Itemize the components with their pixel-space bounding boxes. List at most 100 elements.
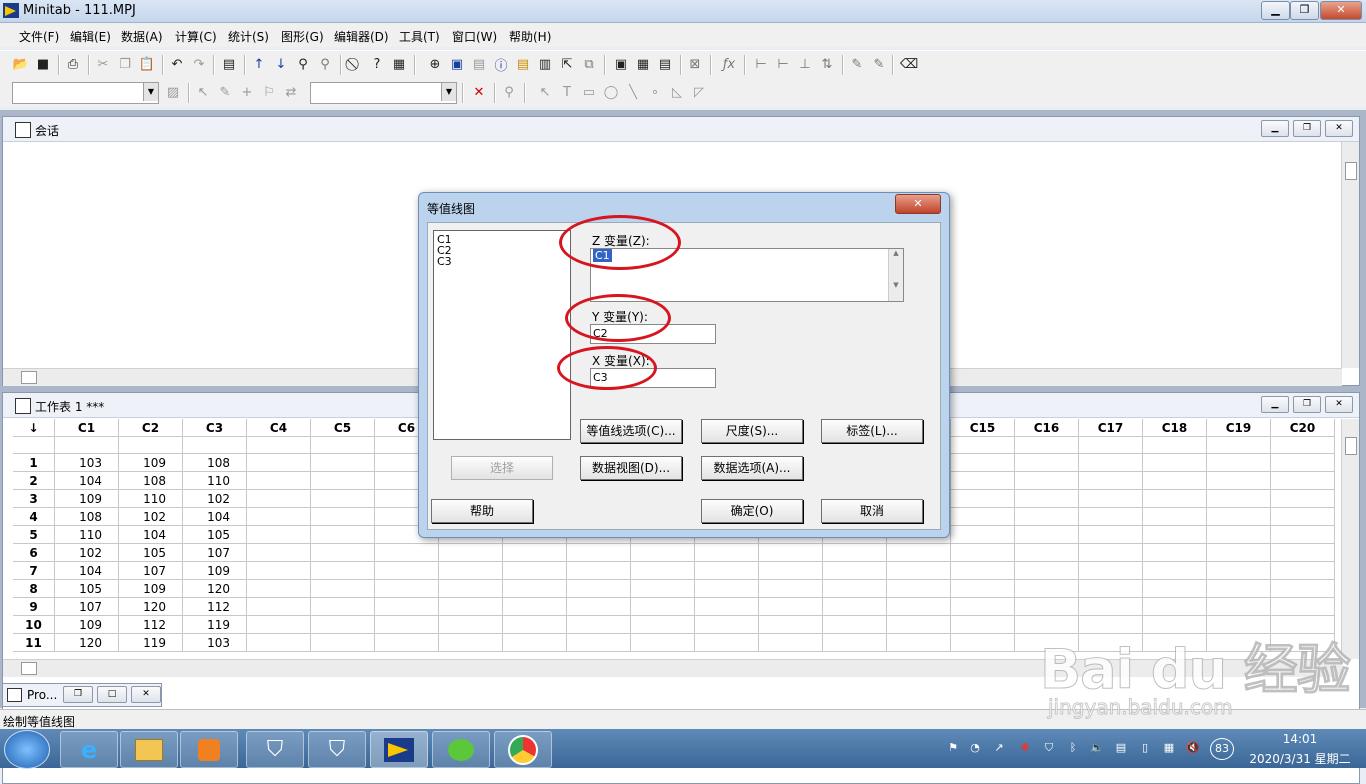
worksheet-close-button[interactable]: ✕ (1325, 396, 1353, 413)
table-cell[interactable] (695, 616, 759, 634)
table-cell[interactable]: 102 (55, 544, 119, 562)
table-cell[interactable]: 104 (55, 472, 119, 490)
session-vertical-scrollbar[interactable] (1341, 142, 1359, 368)
session-close-button[interactable]: ✕ (1325, 120, 1353, 137)
project-close-button[interactable]: ✕ (131, 686, 161, 703)
graph-selector-dropdown[interactable]: ▼ (12, 82, 159, 104)
table-cell[interactable] (695, 634, 759, 652)
table-cell[interactable] (247, 580, 311, 598)
table-cell[interactable] (1271, 526, 1335, 544)
table-cell[interactable] (503, 634, 567, 652)
table-cell[interactable] (1271, 580, 1335, 598)
graph-folder-icon[interactable]: ▤ (470, 55, 488, 73)
pointer-icon[interactable]: ↖ (536, 83, 554, 101)
table-cell[interactable] (311, 562, 375, 580)
table-cell[interactable] (247, 616, 311, 634)
insert-cells-icon[interactable]: ⊢ (752, 55, 770, 73)
x-variable-field[interactable]: C3 (590, 368, 716, 388)
table-cell[interactable] (759, 544, 823, 562)
table-cell[interactable] (439, 616, 503, 634)
table-cell[interactable] (1207, 562, 1271, 580)
table-cell[interactable] (1079, 580, 1143, 598)
open-icon[interactable]: 📂 (12, 55, 30, 73)
table-cell[interactable] (951, 544, 1015, 562)
table-cell[interactable]: 112 (183, 598, 247, 616)
table-cell[interactable] (823, 616, 887, 634)
table-cell[interactable] (247, 490, 311, 508)
table-cell[interactable] (951, 580, 1015, 598)
variable-listbox[interactable]: C1 C2 C3 (433, 230, 571, 440)
table-cell[interactable] (631, 580, 695, 598)
cut-icon[interactable]: ✂ (94, 55, 112, 73)
wechat-icon[interactable] (432, 731, 490, 768)
column-header[interactable]: C18 (1143, 419, 1207, 437)
table-cell[interactable]: 120 (119, 598, 183, 616)
table-cell[interactable]: 120 (55, 634, 119, 652)
table-cell[interactable] (631, 634, 695, 652)
table-cell[interactable] (247, 454, 311, 472)
table-cell[interactable] (1143, 526, 1207, 544)
table-cell[interactable] (311, 598, 375, 616)
clock-date[interactable]: 2020/3/31 星期二 (1240, 750, 1360, 767)
table-cell[interactable] (247, 562, 311, 580)
menu-help[interactable]: 帮助(H) (509, 28, 551, 45)
scale-button[interactable]: 尺度(S)... (701, 419, 803, 443)
table-cell[interactable] (439, 562, 503, 580)
table-cell[interactable] (1015, 526, 1079, 544)
table-cell[interactable] (503, 616, 567, 634)
arrow-icon[interactable]: ↗ (992, 741, 1006, 755)
column-header[interactable]: C2 (119, 419, 183, 437)
table-cell[interactable] (951, 562, 1015, 580)
set-id-icon[interactable]: ✎ (870, 55, 888, 73)
column-header[interactable]: C4 (247, 419, 311, 437)
table-cell[interactable]: 109 (119, 454, 183, 472)
report-pad-icon[interactable]: ▥ (536, 55, 554, 73)
table-cell[interactable] (311, 472, 375, 490)
grid-corner-arrow[interactable]: ↓ (13, 419, 55, 437)
table-cell[interactable] (951, 598, 1015, 616)
table-cell[interactable] (1079, 490, 1143, 508)
table-cell[interactable] (951, 634, 1015, 652)
table-cell[interactable]: 119 (183, 616, 247, 634)
menu-stat[interactable]: 统计(S) (228, 28, 269, 45)
table-cell[interactable] (1079, 544, 1143, 562)
show-worksheet-icon[interactable]: ▦ (634, 55, 652, 73)
scroll-thumb[interactable] (1345, 162, 1357, 180)
related-docs-icon[interactable]: ⇱ (558, 55, 576, 73)
mute-icon[interactable]: 🔇 (1186, 741, 1200, 755)
dot-icon[interactable]: ∘ (646, 83, 664, 101)
row-header[interactable]: 2 (13, 472, 55, 490)
column-name-cell[interactable] (1015, 437, 1079, 454)
table-cell[interactable] (823, 562, 887, 580)
table-cell[interactable]: 110 (119, 490, 183, 508)
data-options-button[interactable]: 数据选项(A)... (701, 456, 803, 480)
binoculars-icon[interactable]: ⚲ (294, 55, 312, 73)
worksheet-minimize-button[interactable]: ▁ (1261, 396, 1289, 413)
table-cell[interactable] (375, 544, 439, 562)
session-minimize-button[interactable]: ▁ (1261, 120, 1289, 137)
table-cell[interactable] (1143, 472, 1207, 490)
row-header[interactable]: 8 (13, 580, 55, 598)
worksheet-icon[interactable]: ▣ (448, 55, 466, 73)
table-cell[interactable] (311, 544, 375, 562)
table-cell[interactable]: 108 (119, 472, 183, 490)
minimize-button[interactable]: ▁ (1261, 1, 1290, 20)
table-cell[interactable] (1079, 562, 1143, 580)
list-item[interactable]: C3 (434, 256, 570, 267)
table-cell[interactable] (567, 580, 631, 598)
table-cell[interactable] (503, 598, 567, 616)
table-cell[interactable]: 108 (183, 454, 247, 472)
table-cell[interactable] (1079, 472, 1143, 490)
column-name-cell[interactable] (55, 437, 119, 454)
edit-graph-icon[interactable]: ▨ (164, 83, 182, 101)
menu-editor[interactable]: 编辑器(D) (334, 28, 389, 45)
table-cell[interactable] (759, 634, 823, 652)
scroll-thumb[interactable] (1345, 437, 1357, 455)
column-name-cell[interactable] (1079, 437, 1143, 454)
table-cell[interactable] (1143, 508, 1207, 526)
table-cell[interactable]: 110 (55, 526, 119, 544)
column-header[interactable]: C1 (55, 419, 119, 437)
row-header[interactable]: 11 (13, 634, 55, 652)
table-cell[interactable] (1143, 454, 1207, 472)
function-icon[interactable]: ƒx (720, 55, 738, 73)
